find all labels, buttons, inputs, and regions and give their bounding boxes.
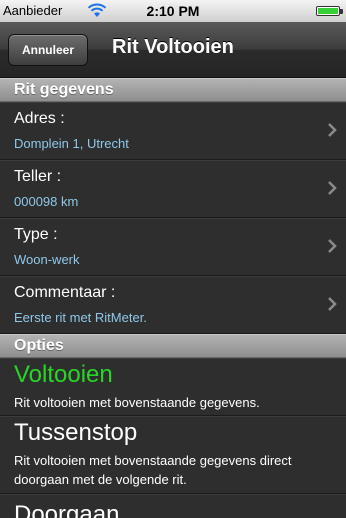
navigation-bar: Annuleer Rit Voltooien [0, 22, 346, 78]
option-continue[interactable]: Doorgaan [0, 494, 346, 518]
detail-row-comment[interactable]: Commentaar : Eerste rit met RitMeter. [0, 276, 346, 334]
clock: 2:10 PM [146, 3, 200, 19]
option-description: Rit voltooien met bovenstaande gegevens … [14, 453, 292, 487]
screen: Aanbieder 2:10 PM Annuleer Rit Voltooien… [0, 0, 346, 518]
detail-value: Woon-werk [14, 252, 80, 267]
detail-label: Type : [14, 226, 58, 243]
chevron-right-icon [328, 239, 337, 253]
detail-row-counter[interactable]: Teller : 000098 km [0, 160, 346, 218]
option-title: Voltooien [14, 361, 113, 388]
option-stopover[interactable]: Tussenstop Rit voltooien met bovenstaand… [0, 416, 346, 494]
section-header-details: Rit gegevens [0, 78, 346, 102]
detail-label: Teller : [14, 168, 62, 185]
battery-icon [316, 6, 343, 16]
detail-row-type[interactable]: Type : Woon-werk [0, 218, 346, 276]
option-description: Rit voltooien met bovenstaande gegevens. [14, 395, 260, 410]
chevron-right-icon [328, 123, 337, 137]
status-bar: Aanbieder 2:10 PM [0, 0, 346, 22]
option-title: Tussenstop [14, 419, 138, 446]
detail-label: Commentaar : [14, 284, 116, 301]
detail-label: Adres : [14, 110, 65, 127]
detail-row-address[interactable]: Adres : Domplein 1, Utrecht [0, 102, 346, 160]
option-title: Doorgaan [14, 501, 120, 518]
section-header-options: Opties [0, 334, 346, 358]
chevron-right-icon [328, 297, 337, 311]
page-title: Rit Voltooien [112, 36, 234, 58]
cancel-button[interactable]: Annuleer [8, 34, 88, 66]
chevron-right-icon [328, 181, 337, 195]
detail-value: Domplein 1, Utrecht [14, 136, 129, 151]
detail-value: Eerste rit met RitMeter. [14, 310, 147, 325]
option-complete[interactable]: Voltooien Rit voltooien met bovenstaande… [0, 358, 346, 416]
detail-value: 000098 km [14, 194, 79, 209]
